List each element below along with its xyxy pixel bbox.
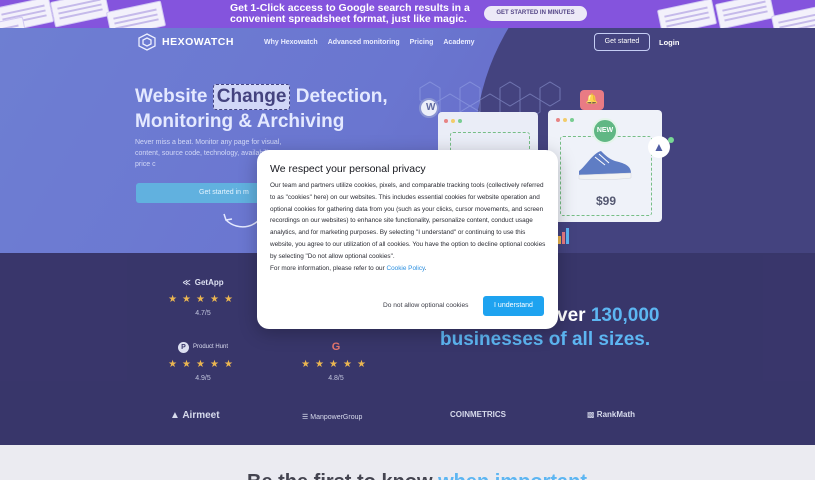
cookie-dialog-title: We respect your personal privacy bbox=[270, 163, 426, 175]
cookie-dialog-body: Our team and partners utilize cookies, p… bbox=[270, 182, 546, 272]
cookie-policy-link[interactable]: Cookie Policy bbox=[387, 265, 425, 272]
decline-optional-cookies-button[interactable]: Do not allow optional cookies bbox=[383, 302, 468, 309]
accept-cookies-button[interactable]: I understand bbox=[483, 296, 544, 316]
cookie-consent-dialog: We respect your personal privacy Our tea… bbox=[257, 150, 558, 329]
